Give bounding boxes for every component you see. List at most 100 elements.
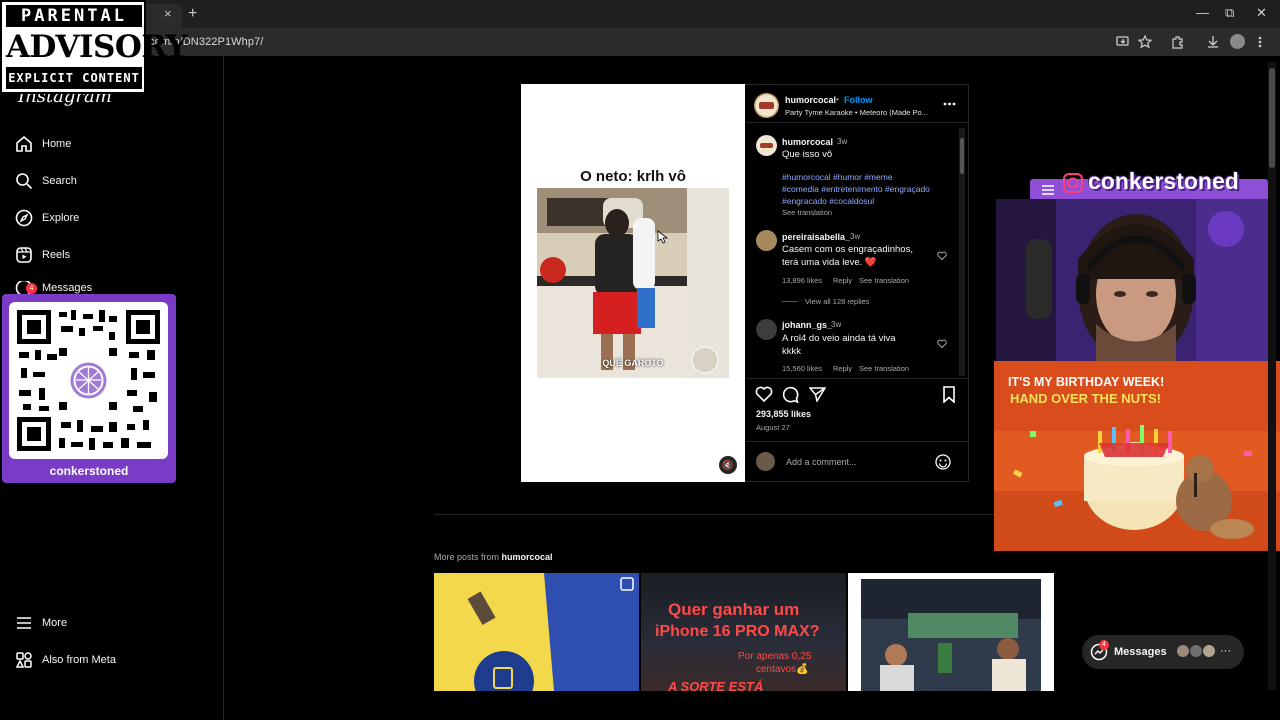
comments-scrollbar-thumb[interactable] [960, 138, 964, 174]
sidebar-item-home[interactable]: Home [14, 133, 71, 155]
likes-count[interactable]: 293,855 likes [756, 409, 811, 419]
video-frame[interactable] [537, 188, 729, 378]
birthday-line-1: IT'S MY BIRTHDAY WEEK! [1008, 375, 1165, 389]
more-chats-icon[interactable]: ··· [1220, 645, 1231, 657]
chat-avatar [1202, 644, 1216, 658]
share-icon[interactable] [809, 386, 826, 402]
kebab-menu-icon[interactable] [1255, 35, 1265, 49]
streamer-name: conkerstoned [1088, 168, 1239, 194]
instagram-icon [1063, 173, 1083, 193]
address-bar: .com/p/DN322P1Whp7/ [0, 28, 1280, 56]
parental-advisory-logo: PARENTAL ADVISORY EXPLICIT CONTENT [0, 0, 188, 94]
grid-post-2-line2: iPhone 16 PRO MAX? [655, 623, 820, 640]
grid-post-1-image [434, 573, 639, 691]
author-username[interactable]: humorcocal [785, 95, 836, 105]
hashtags-line[interactable]: #humorcocal #humor #meme [782, 172, 893, 182]
post-date: August 27 [756, 423, 790, 432]
comment-icon[interactable] [782, 386, 799, 403]
like-comment-icon[interactable] [937, 339, 947, 348]
add-comment-input[interactable]: Add a comment... [786, 457, 857, 467]
more-options-icon[interactable] [943, 101, 956, 107]
grid-post-3[interactable] [848, 573, 1054, 691]
messages-badge: 4 [26, 283, 37, 294]
qr-code-background [9, 302, 168, 459]
comment-avatar[interactable] [756, 319, 777, 340]
see-translation-link[interactable]: See translation [859, 364, 909, 373]
section-divider [434, 514, 994, 515]
sidebar-item-label: Explore [42, 212, 80, 224]
meta-icon [15, 652, 32, 668]
browser-tab-bar: × + — ⧉ ✕ [0, 0, 1280, 28]
view-replies-link[interactable]: View all 128 replies [805, 297, 869, 306]
hashtags-line[interactable]: #comedia #entretenimento #engraçado [782, 184, 930, 194]
restore-icon[interactable]: ⧉ [1225, 5, 1234, 21]
sidebar-item-explore[interactable]: Explore [14, 207, 79, 229]
reels-icon [16, 247, 32, 263]
download-icon[interactable] [1206, 35, 1220, 49]
sidebar-item-also-from-meta[interactable]: Also from Meta [14, 649, 116, 671]
separator-dot: • [836, 95, 839, 104]
close-window-icon[interactable]: ✕ [1256, 5, 1267, 21]
browser-tab[interactable] [140, 4, 182, 28]
close-tab-icon[interactable]: × [164, 6, 172, 21]
minimize-icon[interactable]: — [1196, 5, 1209, 20]
qr-code-image [17, 310, 160, 451]
like-icon[interactable] [755, 386, 773, 402]
hashtags-line[interactable]: #engracado #cocaldosul [782, 196, 874, 206]
messages-pill-label: Messages [1114, 646, 1167, 658]
my-avatar[interactable] [756, 452, 775, 471]
comment-username[interactable]: pereiraisabella_ [782, 232, 850, 242]
sidebar-item-search[interactable]: Search [14, 170, 77, 192]
grid-post-2-line4: centavos💰 [756, 664, 809, 675]
extensions-icon[interactable] [1171, 35, 1185, 49]
grid-post-2-line5: A SORTE ESTÁ [668, 679, 764, 691]
sidebar-item-more[interactable]: More [14, 612, 67, 634]
advisory-line-3: EXPLICIT CONTENT [6, 67, 142, 89]
comment-text: kkkk [782, 346, 801, 357]
page-scrollbar-thumb[interactable] [1269, 68, 1275, 168]
reply-link[interactable]: Reply [833, 276, 852, 285]
comment-username[interactable]: humorcocal [782, 137, 833, 147]
grid-post-1[interactable] [434, 573, 639, 691]
comment-avatar[interactable] [756, 135, 777, 156]
grid-post-2[interactable]: Quer ganhar um iPhone 16 PRO MAX? Por ap… [641, 573, 846, 691]
chat-avatar [1189, 644, 1203, 658]
save-bookmark-icon[interactable] [942, 386, 956, 403]
comment-username[interactable]: johann_gs_ [782, 320, 832, 330]
mute-icon[interactable]: 🔇 [719, 456, 737, 474]
install-app-icon[interactable] [1116, 35, 1130, 49]
sidebar-item-label: More [42, 617, 68, 629]
profile-avatar[interactable] [1230, 34, 1245, 49]
qr-code-label: conkerstoned [49, 464, 129, 478]
audio-track[interactable]: Party Tyme Karaoke • Meteoro (Made Po... [785, 108, 928, 117]
reply-link[interactable]: Reply [833, 364, 852, 373]
comment-text: Que isso vô [782, 149, 833, 160]
webcam-image [996, 199, 1276, 361]
new-tab-icon[interactable]: + [188, 5, 197, 23]
comment-likes[interactable]: 15,560 likes [782, 364, 822, 373]
comment-text: Casem com os engraçadinhos, [782, 244, 913, 255]
see-translation-link[interactable]: See translation [859, 276, 909, 285]
sidebar-item-label: Reels [42, 249, 71, 261]
comment-text: terá uma vida leve. ❤️ [782, 257, 877, 268]
webcam-frame [996, 199, 1276, 361]
video-caption-text: O neto: krlh vô [580, 168, 686, 185]
replies-line [782, 301, 798, 302]
follow-button[interactable]: Follow [844, 95, 873, 105]
sidebar-item-reels[interactable]: Reels [14, 244, 70, 266]
sidebar-item-label: Home [42, 138, 72, 150]
advisory-line-2: ADVISORY [6, 29, 188, 65]
author-avatar[interactable] [754, 93, 779, 118]
hamburger-icon [1042, 185, 1054, 195]
see-translation-link[interactable]: See translation [782, 208, 832, 217]
comment-time: 3w [831, 320, 842, 329]
more-posts-username[interactable]: humorcocal [502, 552, 553, 562]
bookmark-star-icon[interactable] [1138, 35, 1152, 49]
birthday-overlay [994, 361, 1280, 551]
emoji-icon[interactable] [935, 454, 951, 470]
comment-avatar[interactable] [756, 230, 777, 251]
comment-likes[interactable]: 13,896 likes [782, 276, 822, 285]
more-posts-prefix: More posts from [434, 552, 500, 562]
advisory-line-1: PARENTAL [6, 5, 142, 27]
like-comment-icon[interactable] [937, 251, 947, 260]
